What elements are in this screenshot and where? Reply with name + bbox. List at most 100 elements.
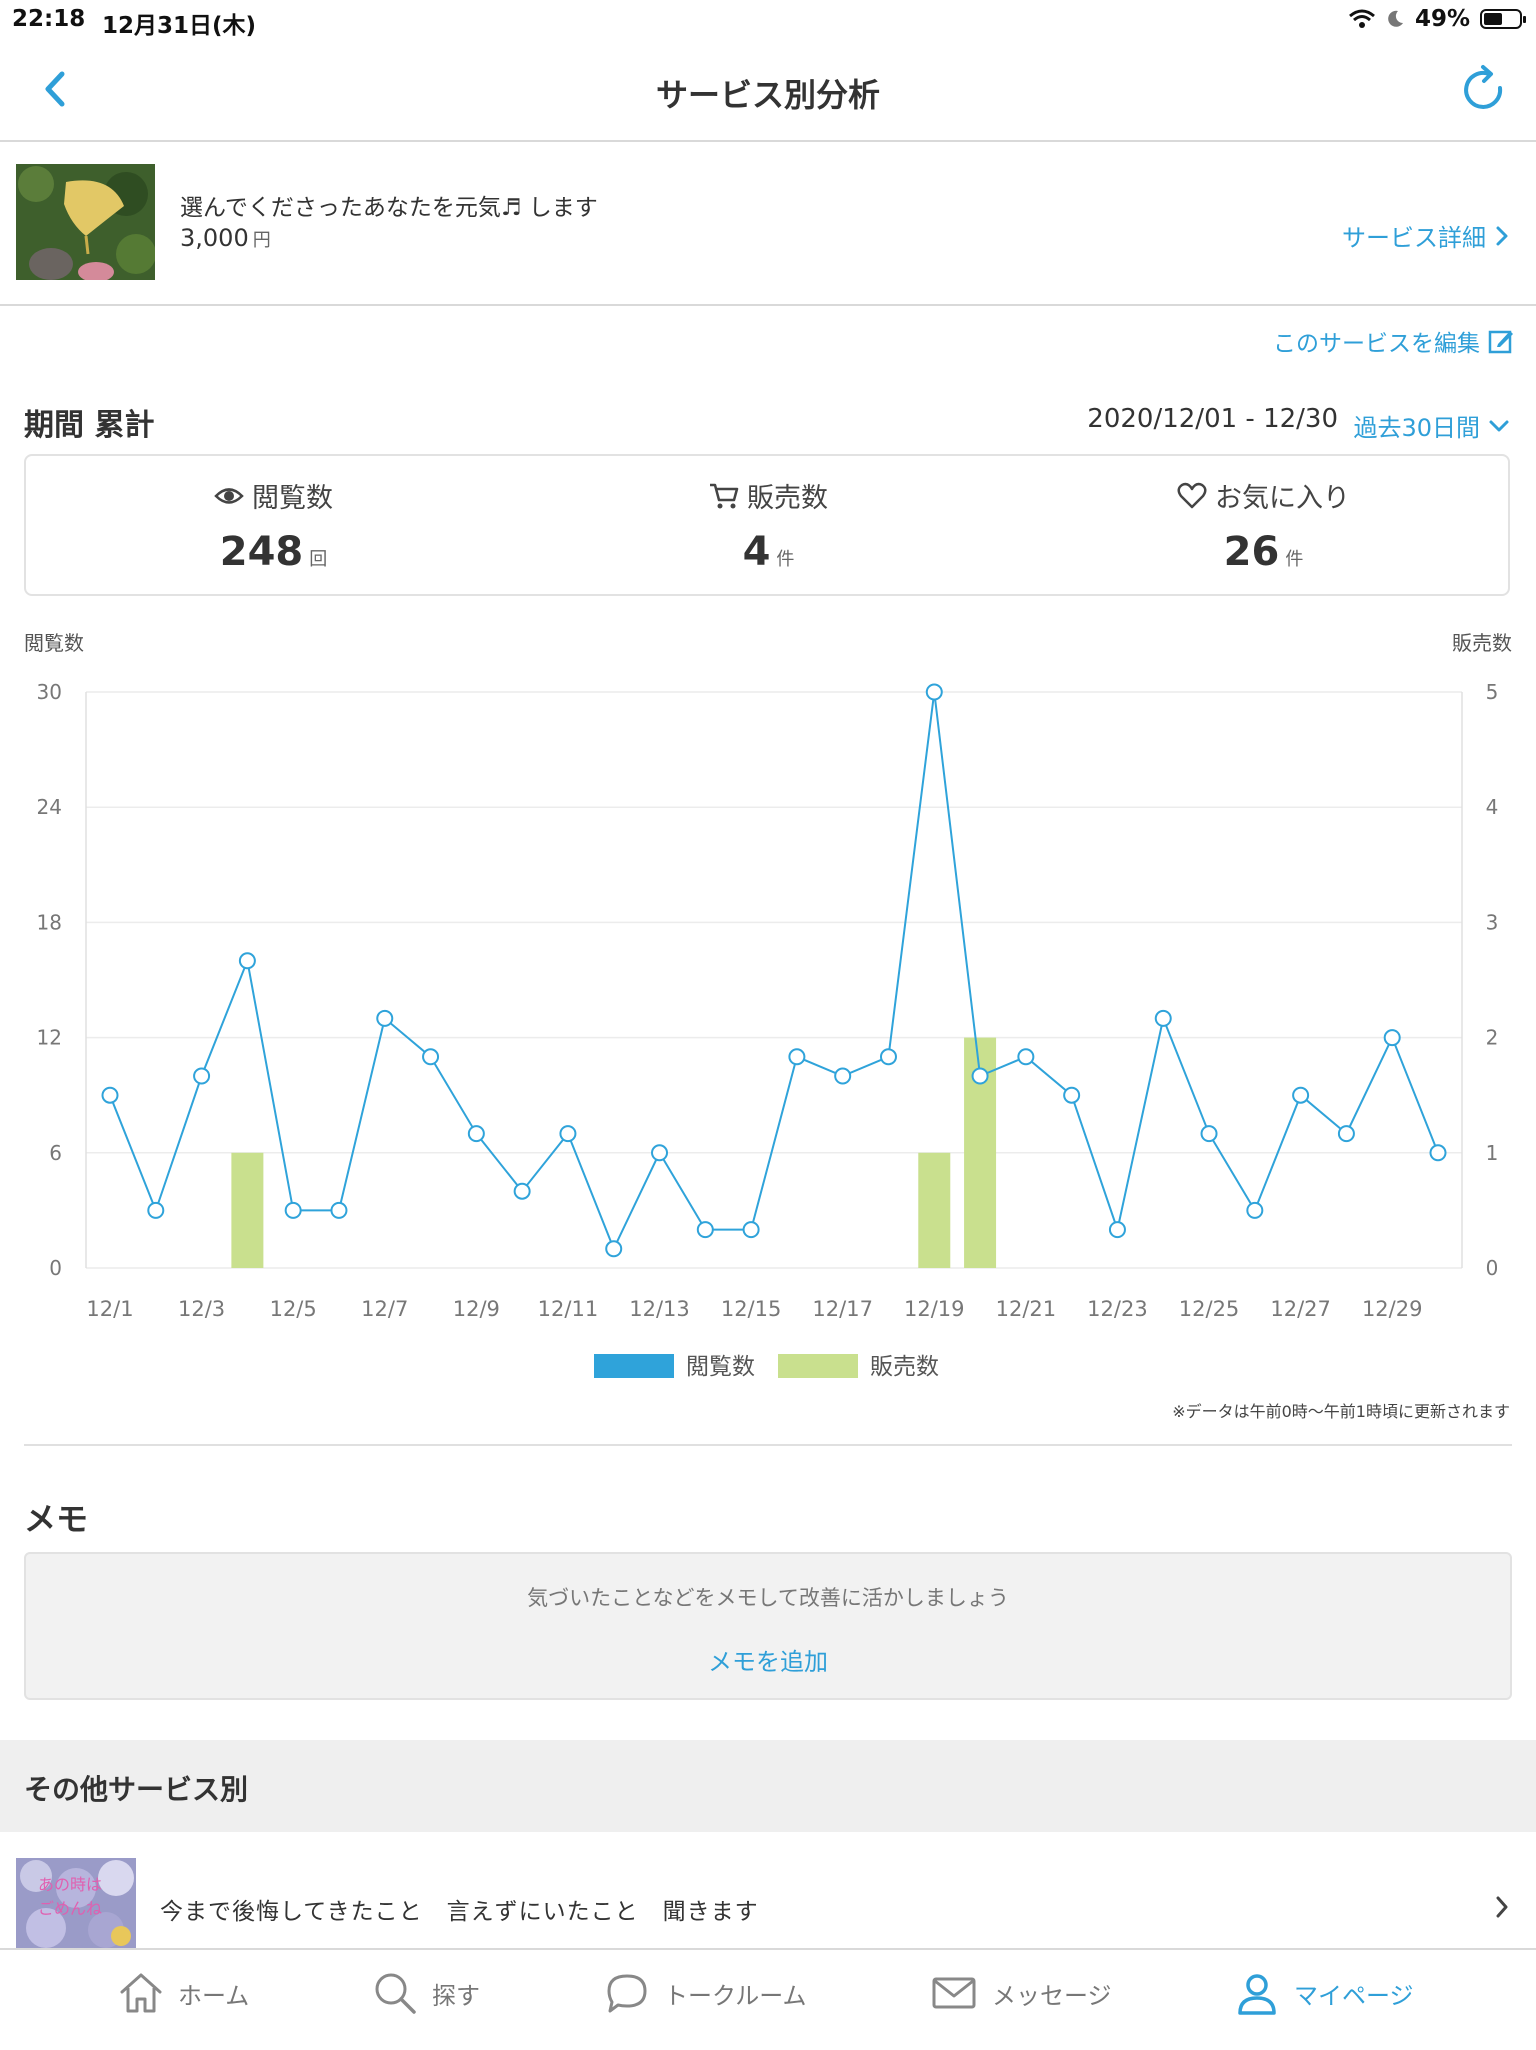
tab-search[interactable]: 探す bbox=[372, 1970, 480, 2016]
views-point bbox=[238, 952, 256, 970]
views-point bbox=[1108, 1221, 1126, 1239]
refresh-icon bbox=[1464, 65, 1503, 109]
period-select[interactable]: 過去30日間 bbox=[1353, 408, 1510, 443]
chevron-down-icon bbox=[1489, 420, 1509, 431]
edit-service-link[interactable]: このサービスを編集 bbox=[1273, 324, 1514, 358]
chevron-right-icon bbox=[1496, 1896, 1508, 1918]
views-sales-chart: 閲覧数 販売数061218243001234512/1 12/3 12/5 12/7 12… bbox=[24, 631, 1512, 1380]
sales-bar bbox=[918, 1152, 951, 1268]
views-point bbox=[1063, 1086, 1081, 1104]
y-tick-left: 6 bbox=[49, 1141, 62, 1165]
heart-icon bbox=[1177, 482, 1207, 508]
memo-box: 気づいたことなどをメモして改善に活かしましょう メモを追加 bbox=[24, 1552, 1512, 1700]
legend-swatch-views bbox=[594, 1354, 674, 1378]
service-header: 選んでくださったあなたを元気♬ します 3,000 円 サービス詳細 bbox=[0, 142, 1536, 306]
status-right: 49% bbox=[1348, 6, 1526, 32]
tab-talkroom-label: トークルーム bbox=[664, 1981, 807, 2010]
views-point bbox=[422, 1048, 440, 1066]
service-price: 3,000 円 bbox=[180, 224, 271, 252]
views-point bbox=[742, 1221, 760, 1239]
tab-mypage-label: マイページ bbox=[1294, 1981, 1414, 2010]
views-line bbox=[109, 691, 1439, 1252]
tab-bar: ホーム 探す トークルーム メッセージ マイページ bbox=[0, 1948, 1536, 2050]
refresh-button[interactable] bbox=[1456, 62, 1512, 118]
y-tick-left: 12 bbox=[37, 1026, 62, 1050]
stat-favorites: お気に入り 26 件 bbox=[1016, 456, 1511, 594]
stat-sales-unit: 件 bbox=[776, 549, 795, 570]
period-label: 期間 累計 bbox=[24, 408, 155, 443]
battery-percent: 49% bbox=[1414, 6, 1470, 32]
stat-sales: 販売数 4件 bbox=[521, 456, 1016, 594]
views-point bbox=[101, 1086, 119, 1104]
status-bar: 22:18 12月31日(木) 49% bbox=[0, 0, 1536, 40]
mail-icon bbox=[932, 1977, 976, 2009]
chevron-right-icon bbox=[1496, 226, 1508, 245]
stat-sales-label: 販売数 bbox=[747, 483, 828, 514]
y-tick-left: 0 bbox=[49, 1256, 62, 1280]
x-tick-label: 12/27 bbox=[1270, 1297, 1331, 1321]
views-point bbox=[696, 1221, 714, 1239]
period-range: 2020/12/01 - 12/30 bbox=[1087, 404, 1338, 434]
tab-messages-label: メッセージ bbox=[992, 1981, 1112, 2010]
edit-icon bbox=[1488, 330, 1513, 354]
y-tick-left: 30 bbox=[37, 680, 62, 704]
person-icon bbox=[1238, 1974, 1276, 2015]
moon-icon bbox=[1388, 10, 1403, 27]
views-point bbox=[376, 1009, 394, 1027]
thumb-text-2: ごめんね bbox=[38, 1899, 102, 1918]
stats-card: 閲覧数 248 回 販売数 4件 お気に入り 26 件 bbox=[24, 454, 1510, 596]
tab-search-label: 探す bbox=[432, 1981, 480, 2010]
x-tick-label: 12/5 bbox=[270, 1297, 317, 1321]
stat-views-label: 閲覧数 bbox=[252, 483, 333, 514]
other-service-item[interactable]: あの時は ごめんね 今まで後悔してきたこと 言えずにいたこと 聞きます bbox=[0, 1832, 1536, 1948]
y-tick-right: 0 bbox=[1486, 1256, 1499, 1280]
x-tick-label: 12/3 bbox=[178, 1297, 225, 1321]
period-select-label: 過去30日間 bbox=[1353, 414, 1480, 442]
tab-home-label: ホーム bbox=[178, 1981, 250, 2010]
add-memo-button[interactable]: メモを追加 bbox=[708, 1642, 828, 1677]
views-point bbox=[971, 1067, 989, 1085]
views-point bbox=[651, 1144, 669, 1162]
y-tick-right: 3 bbox=[1486, 910, 1499, 934]
stat-favorites-label: お気に入り bbox=[1215, 483, 1350, 514]
service-name: 選んでくださったあなたを元気♬ します bbox=[180, 195, 598, 221]
y-tick-right: 1 bbox=[1486, 1141, 1499, 1165]
views-point bbox=[834, 1067, 852, 1085]
tab-mypage[interactable]: マイページ bbox=[1234, 1970, 1414, 2016]
battery-icon bbox=[1480, 9, 1526, 29]
x-tick-label: 12/21 bbox=[996, 1297, 1057, 1321]
views-point bbox=[193, 1067, 211, 1085]
y-tick-left: 24 bbox=[37, 795, 62, 819]
eye-icon bbox=[214, 487, 244, 504]
views-point bbox=[1383, 1029, 1401, 1047]
y-axis-right-label: 販売数 bbox=[1452, 631, 1512, 655]
views-point bbox=[1154, 1009, 1172, 1027]
views-point bbox=[879, 1048, 897, 1066]
legend-swatch-sales bbox=[778, 1354, 858, 1378]
wifi-icon bbox=[1348, 9, 1375, 28]
chart-update-note: ※データは午前0時〜午前1時頃に更新されます bbox=[1172, 1402, 1510, 1421]
views-point bbox=[467, 1125, 485, 1143]
section-divider bbox=[24, 1444, 1512, 1446]
page-title: サービス別分析 bbox=[655, 76, 880, 114]
tab-messages[interactable]: メッセージ bbox=[930, 1970, 1112, 2016]
views-point bbox=[1017, 1048, 1035, 1066]
tab-talkroom[interactable]: トークルーム bbox=[604, 1970, 807, 2016]
service-detail-link[interactable]: サービス詳細 bbox=[1342, 218, 1510, 253]
service-thumbnail bbox=[16, 164, 155, 280]
stat-views-value: 248 bbox=[219, 529, 304, 575]
views-point bbox=[788, 1048, 806, 1066]
x-tick-label: 12/13 bbox=[629, 1297, 690, 1321]
views-point bbox=[1200, 1125, 1218, 1143]
tab-home[interactable]: ホーム bbox=[118, 1970, 249, 2016]
other-service-thumbnail: あの時は ごめんね bbox=[16, 1858, 136, 1948]
memo-title: メモ bbox=[24, 1500, 89, 1538]
x-tick-label: 12/29 bbox=[1362, 1297, 1423, 1321]
price-unit: 円 bbox=[252, 230, 271, 251]
y-tick-right: 2 bbox=[1486, 1026, 1499, 1050]
stat-favorites-unit: 件 bbox=[1285, 549, 1304, 570]
other-service-name: 今まで後悔してきたこと 言えずにいたこと 聞きます bbox=[160, 1899, 759, 1925]
x-tick-label: 12/9 bbox=[453, 1297, 500, 1321]
x-tick-label: 12/1 bbox=[86, 1297, 133, 1321]
stat-favorites-value: 26 bbox=[1223, 529, 1280, 575]
